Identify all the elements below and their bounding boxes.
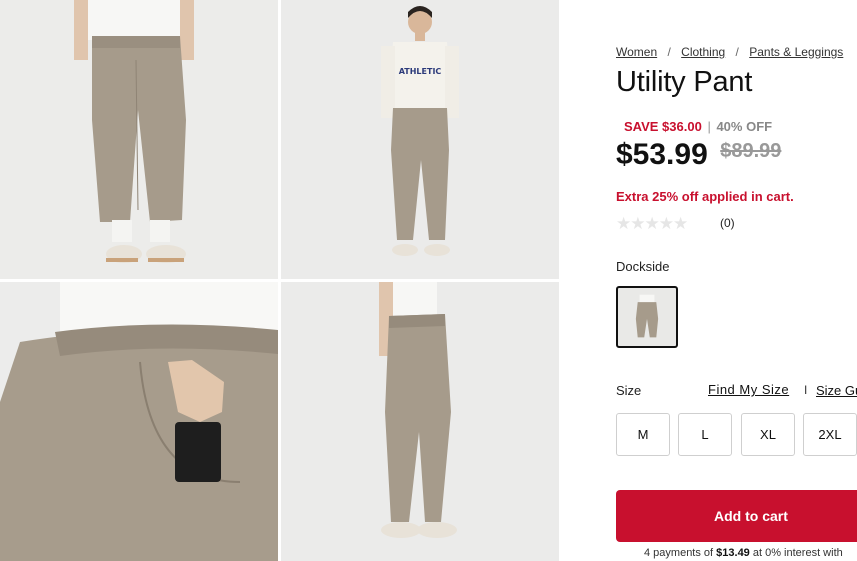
color-swatch-dockside[interactable] bbox=[616, 286, 678, 348]
discount-percent: 40% OFF bbox=[716, 119, 773, 134]
installment-suffix: at 0% interest with bbox=[749, 547, 843, 559]
original-price: $89.99 bbox=[720, 140, 782, 162]
product-image-4[interactable] bbox=[281, 282, 559, 561]
review-count[interactable]: (0) bbox=[720, 216, 735, 230]
savings-row: SAVE $36.00 | 40% OFF bbox=[624, 119, 772, 134]
savings-separator: | bbox=[707, 119, 711, 134]
find-my-size-link[interactable]: Find My Size bbox=[708, 382, 789, 397]
installment-message: 4 payments of $13.49 at 0% interest with bbox=[644, 547, 843, 559]
star-rating-icon: ★★★★★ bbox=[616, 214, 688, 233]
breadcrumb: Women / Clothing / Pants & Leggings bbox=[616, 45, 843, 59]
price-row: $53.99 $89.99 bbox=[616, 138, 781, 172]
color-swatch-thumbnail-icon bbox=[621, 291, 673, 343]
breadcrumb-separator: / bbox=[735, 45, 739, 59]
installment-amount: $13.49 bbox=[716, 547, 750, 559]
size-links-separator: I bbox=[804, 383, 808, 397]
product-photo-full-model-icon: ATHLETIC bbox=[281, 0, 559, 279]
svg-text:ATHLETIC: ATHLETIC bbox=[399, 67, 442, 76]
installment-prefix: 4 payments of bbox=[644, 547, 717, 559]
product-photo-pocket-detail-icon bbox=[0, 282, 278, 561]
size-option-l[interactable]: L bbox=[678, 413, 732, 456]
size-label: Size bbox=[616, 383, 642, 398]
size-guide-link[interactable]: Size Guide bbox=[816, 383, 857, 398]
product-image-1[interactable] bbox=[0, 0, 278, 279]
product-image-3[interactable] bbox=[0, 282, 278, 561]
rating[interactable]: ★★★★★ (0) bbox=[616, 214, 735, 233]
sale-price: $53.99 bbox=[616, 138, 708, 171]
color-name: Dockside bbox=[616, 259, 670, 274]
size-option-xl[interactable]: XL bbox=[741, 413, 795, 456]
product-title: Utility Pant bbox=[616, 66, 753, 98]
size-option-2xl[interactable]: 2XL bbox=[803, 413, 857, 456]
breadcrumb-clothing-link[interactable]: Clothing bbox=[681, 45, 725, 59]
breadcrumb-pants-leggings-link[interactable]: Pants & Leggings bbox=[749, 45, 843, 59]
product-image-2[interactable]: ATHLETIC bbox=[281, 0, 559, 279]
product-photo-side-view-icon bbox=[281, 282, 559, 561]
breadcrumb-women-link[interactable]: Women bbox=[616, 45, 657, 59]
product-photo-front-closeup-icon bbox=[0, 0, 278, 279]
breadcrumb-separator: / bbox=[667, 45, 671, 59]
promo-message: Extra 25% off applied in cart. bbox=[616, 189, 794, 204]
add-to-cart-button[interactable]: Add to cart bbox=[616, 490, 857, 542]
savings-amount: SAVE $36.00 bbox=[624, 119, 702, 134]
size-option-m[interactable]: M bbox=[616, 413, 670, 456]
